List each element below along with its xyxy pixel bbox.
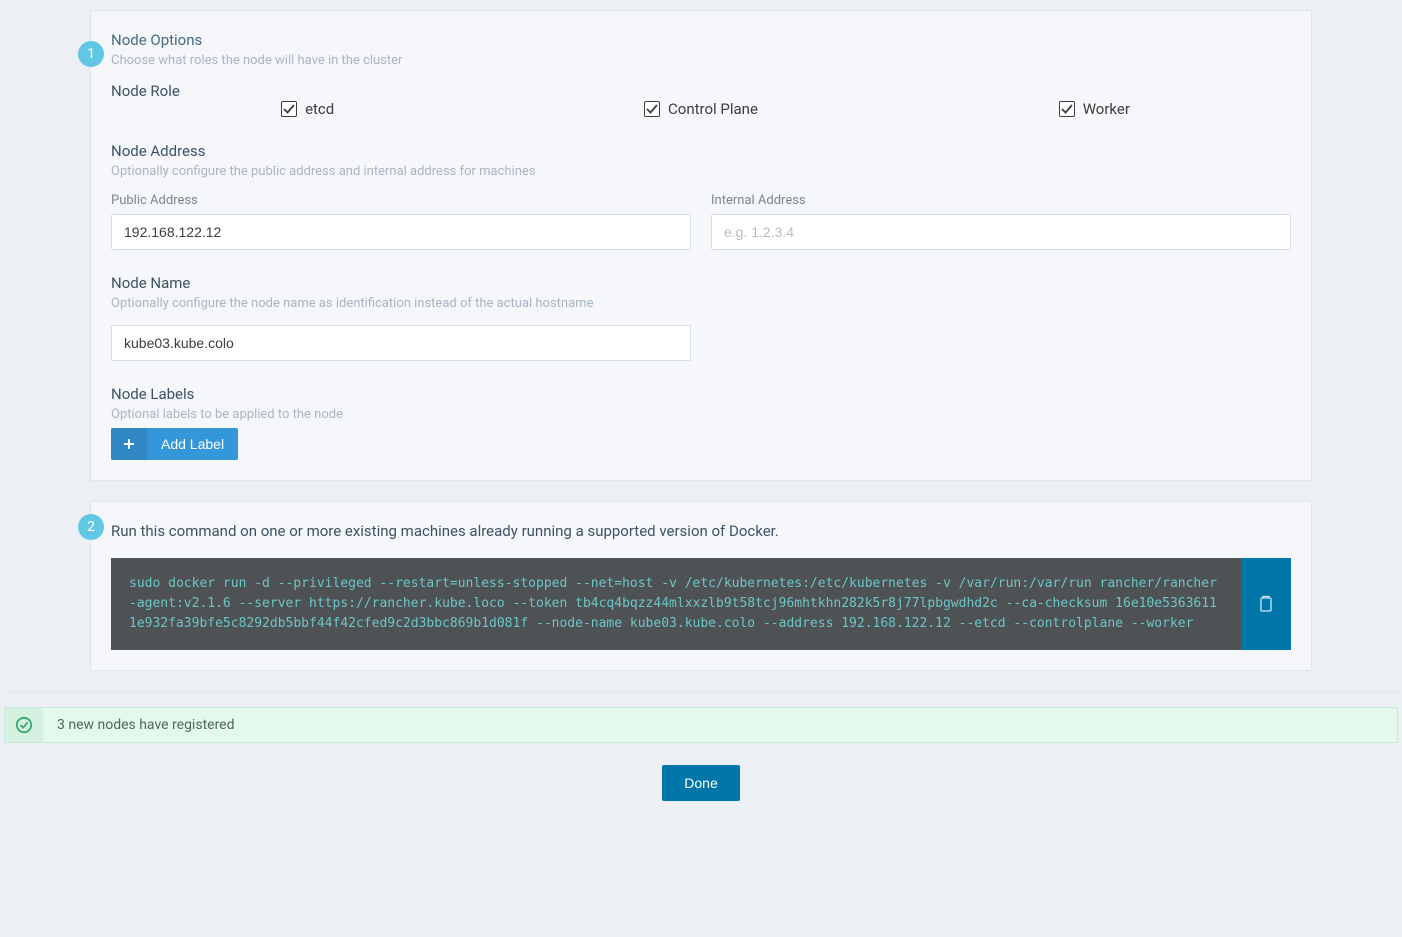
divider [4, 691, 1398, 692]
command-text: sudo docker run -d --privileged --restar… [111, 558, 1241, 650]
node-role-row: etcd Control Plane Worker [111, 100, 1291, 118]
node-name-heading: Node Name [111, 274, 1291, 292]
node-options-title: Node Options [111, 31, 1291, 49]
node-address-subtitle: Optionally configure the public address … [111, 164, 1291, 179]
role-label-controlplane: Control Plane [668, 100, 758, 118]
internal-address-label: Internal Address [711, 193, 1291, 208]
checkbox-etcd[interactable] [281, 101, 297, 117]
status-banner: 3 new nodes have registered [4, 707, 1398, 743]
role-label-worker: Worker [1083, 100, 1130, 118]
plus-icon [111, 428, 147, 460]
node-labels-heading: Node Labels [111, 385, 1291, 403]
node-name-input[interactable] [111, 325, 691, 361]
clipboard-icon [1258, 595, 1274, 613]
public-address-label: Public Address [111, 193, 691, 208]
node-options-panel: 1 Node Options Choose what roles the nod… [90, 10, 1312, 481]
node-labels-subtitle: Optional labels to be applied to the nod… [111, 407, 1291, 422]
public-address-input[interactable] [111, 214, 691, 250]
checkbox-controlplane[interactable] [644, 101, 660, 117]
step-badge-2: 2 [78, 514, 104, 540]
status-message: 3 new nodes have registered [43, 708, 249, 742]
internal-address-input[interactable] [711, 214, 1291, 250]
add-label-text: Add Label [147, 428, 238, 460]
node-options-subtitle: Choose what roles the node will have in … [111, 53, 1291, 68]
checkbox-worker[interactable] [1059, 101, 1075, 117]
done-button[interactable]: Done [662, 765, 739, 801]
node-address-heading: Node Address [111, 142, 1291, 160]
node-name-subtitle: Optionally configure the node name as id… [111, 296, 1291, 311]
command-instruction: Run this command on one or more existing… [111, 522, 1291, 540]
success-icon [5, 708, 43, 742]
node-role-heading: Node Role [111, 82, 1291, 100]
step-badge-1: 1 [78, 41, 104, 67]
role-label-etcd: etcd [305, 100, 334, 118]
copy-button[interactable] [1241, 558, 1291, 650]
command-panel: 2 Run this command on one or more existi… [90, 501, 1312, 671]
add-label-button[interactable]: Add Label [111, 428, 238, 460]
